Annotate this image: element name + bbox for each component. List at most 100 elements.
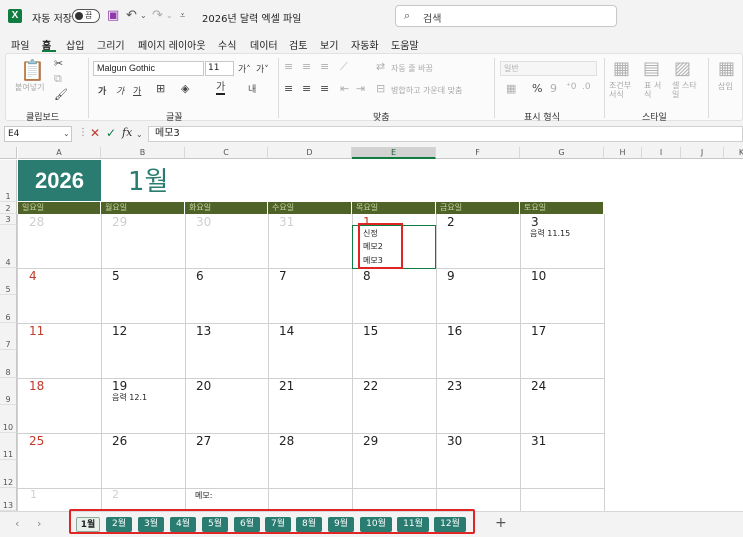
tab-page-layout[interactable]: 페이지 레이아웃 (138, 37, 206, 52)
insert-function-button[interactable]: fx (122, 126, 132, 139)
format-as-table-label[interactable]: 표 서식 (644, 81, 664, 99)
chevron-right-icon[interactable]: › (37, 517, 41, 530)
merge-icon[interactable]: ⊟ (376, 82, 385, 95)
column-header-k[interactable]: K (724, 147, 743, 159)
chevron-down-icon[interactable]: ⌄ (136, 130, 143, 139)
day-number[interactable]: 17 (531, 324, 546, 338)
month-title[interactable]: 1월 (128, 161, 168, 198)
accounting-format-icon[interactable]: ▦ (506, 82, 516, 95)
weekday-header[interactable]: 금요일 (436, 202, 519, 214)
increase-font-icon[interactable]: 가˄ (238, 62, 251, 75)
column-header-g[interactable]: G (520, 147, 604, 159)
row-header[interactable]: 8 (0, 350, 17, 378)
paste-label[interactable]: 붙여넣기 (15, 82, 44, 93)
format-painter-icon[interactable]: 🖌 (54, 88, 68, 101)
day-number[interactable]: 5 (112, 269, 120, 283)
row-header[interactable]: 6 (0, 295, 17, 323)
day-number[interactable]: 27 (196, 434, 211, 448)
column-header-j[interactable]: J (681, 147, 724, 159)
align-middle-icon[interactable]: ≡ (302, 60, 311, 73)
save-icon[interactable]: ▣ (107, 8, 119, 23)
add-sheet-button[interactable]: + (495, 515, 507, 531)
cut-icon[interactable]: ✂ (54, 57, 63, 70)
day-number[interactable]: 24 (531, 379, 546, 393)
borders-icon[interactable]: ⊞ (156, 82, 165, 95)
row-header[interactable]: 4 (0, 225, 17, 268)
row-header[interactable]: 10 (0, 405, 17, 433)
column-header-c[interactable]: C (185, 147, 268, 159)
tab-formulas[interactable]: 수식 (218, 37, 236, 52)
day-number[interactable]: 8 (363, 269, 371, 283)
trailing-day[interactable]: 1 (30, 488, 37, 501)
column-header-a[interactable]: A (18, 147, 101, 159)
decrease-decimal-icon[interactable]: .0 (582, 82, 591, 92)
align-top-icon[interactable]: ≡ (284, 60, 293, 73)
bold-button[interactable]: 가 (98, 84, 106, 97)
copy-icon[interactable]: ⧉ (54, 72, 62, 86)
cell-note[interactable]: 음력 11.15 (530, 228, 570, 239)
phonetic-icon[interactable]: 내 (248, 82, 256, 95)
day-number[interactable]: 23 (447, 379, 462, 393)
align-center-icon[interactable]: ≡ (302, 82, 311, 95)
align-left-icon[interactable]: ≡ (284, 82, 293, 95)
insert-cells-label[interactable]: 삽입 (718, 81, 733, 92)
insert-cells-icon[interactable]: ▦ (718, 58, 735, 79)
row-header[interactable]: 3 (0, 214, 17, 225)
weekday-header[interactable]: 월요일 (101, 202, 184, 214)
day-number[interactable]: 29 (363, 434, 378, 448)
day-number[interactable]: 2 (447, 215, 455, 229)
redo-icon[interactable]: ↷ (152, 8, 163, 23)
day-number[interactable]: 30 (196, 215, 211, 229)
chevron-down-icon[interactable]: ⌄ (63, 129, 70, 138)
tab-file[interactable]: 파일 (11, 37, 29, 52)
conditional-format-label[interactable]: 조건부 서식 (609, 81, 635, 99)
day-number[interactable]: 29 (112, 215, 127, 229)
cell-note[interactable]: 음력 12.1 (112, 392, 147, 403)
increase-indent-icon[interactable]: ⇥ (356, 82, 365, 95)
weekday-header[interactable]: 목요일 (352, 202, 435, 214)
row-header[interactable]: 13 (0, 488, 17, 511)
undo-icon[interactable]: ↶ (126, 8, 137, 23)
day-number[interactable]: 4 (29, 269, 37, 283)
row-header[interactable]: 1 (0, 160, 17, 202)
chevron-left-icon[interactable]: ‹ (15, 517, 19, 530)
day-number[interactable]: 28 (279, 434, 294, 448)
tab-help[interactable]: 도움말 (391, 37, 419, 52)
day-number[interactable]: 22 (363, 379, 378, 393)
decrease-font-icon[interactable]: 가˅ (256, 62, 269, 75)
align-right-icon[interactable]: ≡ (320, 82, 329, 95)
font-size-select[interactable]: 11 (205, 61, 234, 76)
row-header[interactable]: 12 (0, 460, 17, 488)
percent-button[interactable]: % (532, 82, 542, 95)
day-number[interactable]: 20 (196, 379, 211, 393)
font-name-select[interactable]: Malgun Gothic (93, 61, 204, 76)
font-color-icon[interactable]: 가 (216, 82, 226, 95)
weekday-header[interactable]: 화요일 (185, 202, 267, 214)
day-number[interactable]: 25 (29, 434, 44, 448)
memo-label[interactable]: 메모: (195, 490, 212, 501)
day-number[interactable]: 18 (29, 379, 44, 393)
row-header[interactable]: 5 (0, 268, 17, 295)
column-header-b[interactable]: B (101, 147, 185, 159)
day-number[interactable]: 3 (531, 215, 539, 229)
tab-view[interactable]: 보기 (320, 37, 338, 52)
format-as-table-icon[interactable]: ▤ (643, 58, 660, 79)
day-number[interactable]: 31 (279, 215, 294, 229)
day-number[interactable]: 11 (29, 324, 44, 338)
tab-draw[interactable]: 그리기 (97, 37, 125, 52)
comma-style-icon[interactable]: 9 (550, 82, 557, 95)
day-number[interactable]: 10 (531, 269, 546, 283)
row-header[interactable]: 2 (0, 202, 17, 214)
chevron-down-icon[interactable]: ⌄ (140, 11, 147, 20)
day-number[interactable]: 16 (447, 324, 462, 338)
column-header-e[interactable]: E (352, 147, 436, 159)
tab-review[interactable]: 검토 (289, 37, 307, 52)
cell-styles-label[interactable]: 셀 스타일 (672, 81, 700, 99)
paste-icon[interactable]: 📋 (20, 58, 45, 82)
enter-icon[interactable]: ✓ (106, 126, 116, 140)
tab-automate[interactable]: 자동화 (351, 37, 379, 52)
weekday-header[interactable]: 토요일 (520, 202, 603, 214)
align-bottom-icon[interactable]: ≡ (320, 60, 329, 73)
orientation-icon[interactable]: ⟋ (340, 60, 348, 74)
underline-button[interactable]: 가 (133, 84, 141, 97)
